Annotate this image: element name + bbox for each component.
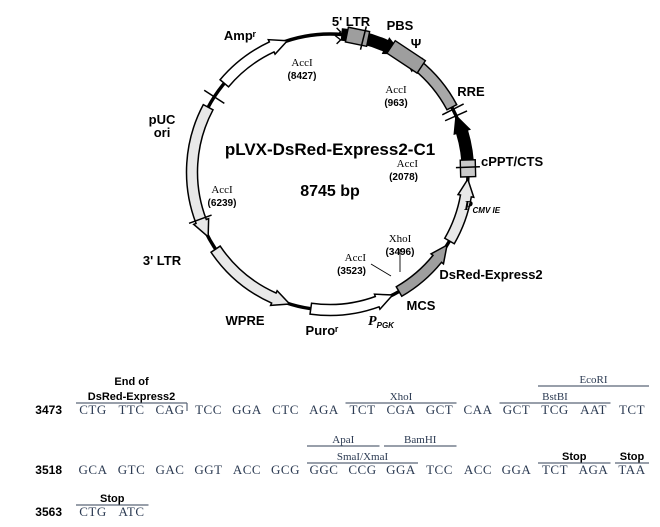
feature-label-ppgk: PPGK: [368, 314, 395, 330]
annotation-label: Stop: [620, 451, 645, 463]
sequence-codon: GAC: [156, 462, 185, 477]
feature-label-pcmv: PCMV IE: [464, 199, 501, 215]
feature-label-mcs: MCS: [407, 298, 436, 313]
sequence-codon: AGA: [579, 462, 609, 477]
feature-label-psi: Ψ: [411, 36, 422, 51]
plasmid-map-svg: Ampʳ pUC ori 3' LTR WPRE Puroʳ PPGK DsRed-Expre…: [143, 14, 544, 338]
feature-label-ltr5: 5' LTR: [332, 14, 371, 29]
sequence-codon: GCT: [503, 402, 531, 417]
annotation-label: XhoI: [390, 391, 413, 403]
sequence-codon: GGA: [232, 402, 262, 417]
cut-site-acci-6239: AccI (6239): [208, 184, 237, 209]
feature-label-pbs: PBS: [387, 18, 414, 33]
feature-label-rre: RRE: [457, 84, 485, 99]
feature-label-puro: Puroʳ: [306, 323, 340, 338]
sequence-codon: CTG: [79, 504, 107, 519]
annotation-label: BamHI: [404, 434, 437, 446]
sequence-codon: GGT: [194, 462, 222, 477]
feature-ltr5: [219, 38, 289, 88]
sequence-codon: TCT: [349, 402, 375, 417]
sequence-codon: ATC: [118, 504, 144, 519]
sequence-codon: GGC: [310, 462, 339, 477]
sequence-row-number: 3473: [35, 403, 62, 417]
sequence-svg: 3473 CTG TTC CAG TCC GGA CTC AGA TCT CGA GCT CAA GCT…: [35, 374, 649, 519]
plasmid-map: Ampʳ pUC ori 3' LTR WPRE Puroʳ PPGK DsRed-Expre…: [0, 0, 660, 355]
sequence-codon: CGA: [387, 402, 416, 417]
sequence-codon: CTG: [79, 402, 107, 417]
feature-label-wpre: WPRE: [226, 313, 265, 328]
sequence-row-number: 3563: [35, 505, 62, 519]
cut-site-acci-8427: AccI (8427): [288, 57, 317, 82]
feature-label-dsred: DsRed-Express2: [439, 267, 542, 282]
cut-tick: [455, 166, 480, 169]
sequence-codon: GTC: [118, 462, 146, 477]
sequence-codon: TCT: [619, 402, 645, 417]
plasmid-name: pLVX-DsRed-Express2-C1: [225, 140, 435, 159]
sequence-codon: TAA: [618, 462, 645, 477]
feature-ltr3: [309, 293, 395, 317]
feature-label-cppt: cPPT/CTS: [481, 154, 543, 169]
feature-label-puc: pUC ori: [149, 112, 176, 140]
feature-cppt: [459, 159, 477, 178]
annotation-label: EcoRI: [579, 374, 607, 386]
cut-tick: [203, 89, 225, 105]
annotation-label: BstBI: [542, 391, 568, 403]
sequence-codon: GGA: [502, 462, 532, 477]
annotation-label: Stop: [100, 493, 125, 505]
leader-acci-3523: [370, 263, 392, 277]
sequence-codon: AGA: [309, 402, 339, 417]
sequence-codon: AAT: [580, 402, 607, 417]
feature-label-ltr3: 3' LTR: [143, 253, 182, 268]
sequence-codon: GCA: [79, 462, 108, 477]
sequence-row-number: 3518: [35, 463, 62, 477]
sequence-codon: GGA: [386, 462, 416, 477]
sequence-codon: GCG: [271, 462, 300, 477]
sequence-codon: TCC: [426, 462, 453, 477]
sequence-codon: TTC: [118, 402, 144, 417]
sequence-codon: TCC: [195, 402, 222, 417]
sequence-codon: CTC: [272, 402, 299, 417]
annotation-label: End of: [114, 376, 149, 388]
annotation-label: DsRed-Express2: [88, 391, 175, 403]
sequence-codon: CCG: [348, 462, 376, 477]
plasmid-size: 8745 bp: [300, 183, 360, 200]
sequence-codon: TCG: [541, 402, 569, 417]
sequence-codon: CAG: [156, 402, 185, 417]
feature-amp: [185, 103, 215, 239]
sequence-codon: ACC: [464, 462, 492, 477]
feature-label-amp: Ampʳ: [224, 28, 257, 43]
sequence-codon: GCT: [426, 402, 454, 417]
annotation-label: SmaI/XmaI: [337, 451, 389, 463]
feature-puc: [209, 245, 292, 307]
annotation-label: ApaI: [332, 434, 354, 446]
annotation-label: Stop: [562, 451, 587, 463]
mcs-sequence-panel: 3473 CTG TTC CAG TCC GGA CTC AGA TCT CGA GCT CAA GCT…: [0, 355, 660, 527]
sequence-codon: ACC: [233, 462, 261, 477]
sequence-codon: CAA: [464, 402, 493, 417]
cut-site-acci-963: AccI (963): [384, 84, 407, 109]
cut-site-acci-3523: AccI (3523): [337, 252, 366, 277]
cut-site-acci-2078: AccI (2078): [389, 158, 418, 183]
sequence-codon: TCT: [542, 462, 568, 477]
